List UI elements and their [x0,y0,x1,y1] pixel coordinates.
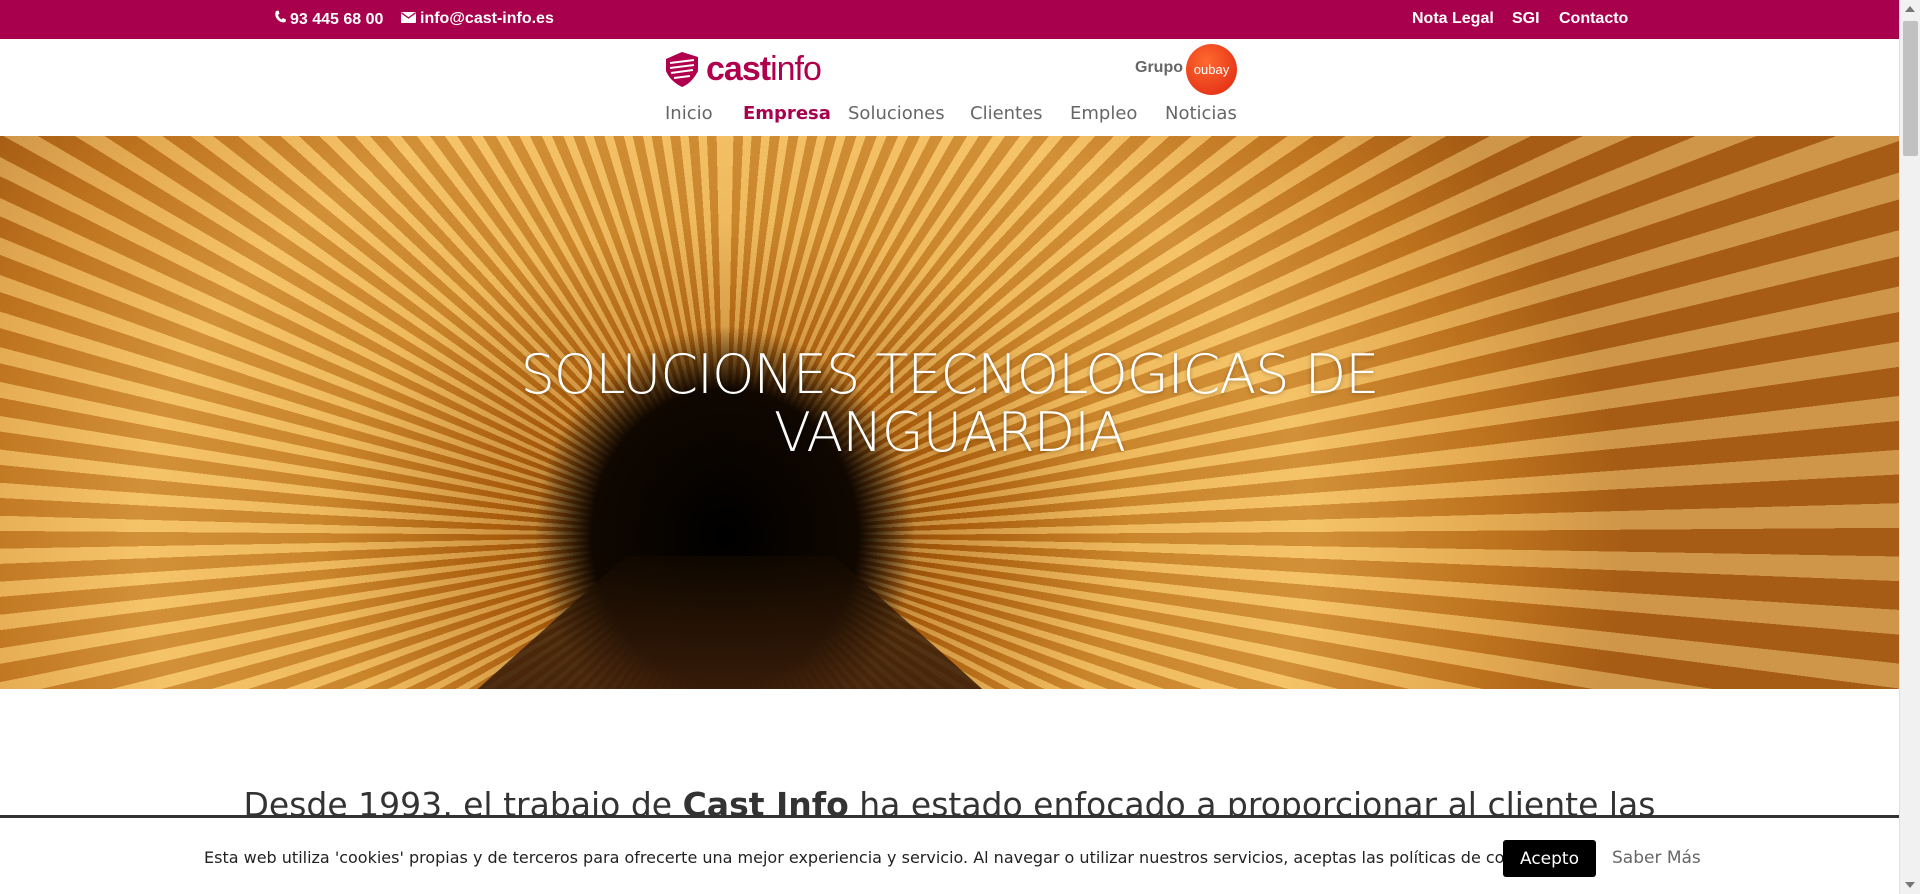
nav-empresa[interactable]: Empresa [743,103,831,124]
hero-title: SOLUCIONES TECNOLOGICAS DE VANGUARDIA [0,346,1899,462]
email-contact[interactable]: info@cast-info.es [401,10,554,28]
nav-clientes[interactable]: Clientes [970,103,1043,124]
logo-wordmark: castinfo [706,49,822,89]
cookie-message: Esta web utiliza 'cookies' propias y de … [204,848,1547,867]
logo-text-regular: info [770,50,822,88]
accept-cookies-button[interactable]: Acepto [1503,840,1596,877]
hero-tunnel-floor [470,556,990,689]
nav-soluciones[interactable]: Soluciones [848,103,945,124]
contacto-link[interactable]: Contacto [1559,10,1628,28]
grupo-badge-text: oubay [1193,62,1230,77]
envelope-icon [401,10,416,28]
scroll-up-arrow-icon[interactable] [1905,6,1915,12]
nav-noticias[interactable]: Noticias [1165,103,1237,124]
castinfo-logo-icon [666,52,698,87]
hero-title-line1: SOLUCIONES TECNOLOGICAS DE [520,343,1380,406]
phone-contact[interactable]: 93 445 68 00 [274,10,383,29]
hero-title-line2: VANGUARDIA [773,401,1126,464]
nav-inicio[interactable]: Inicio [665,103,713,124]
email-address: info@cast-info.es [420,10,554,27]
scroll-down-arrow-icon[interactable] [1905,882,1915,888]
grupo-label: Grupo [1135,59,1183,76]
site-header: castinfo Grupo oubay Inicio Empresa Solu… [0,39,1899,136]
phone-number: 93 445 68 00 [290,10,384,28]
cookie-banner: Esta web utiliza 'cookies' propias y de … [0,815,1899,894]
grupo-oubay-logo[interactable]: oubay [1186,44,1237,95]
nav-empleo[interactable]: Empleo [1070,103,1137,124]
sgi-link[interactable]: SGI [1512,10,1540,28]
logo-text-bold: cast [706,50,771,88]
hero-banner: SOLUCIONES TECNOLOGICAS DE VANGUARDIA [0,136,1899,689]
nota-legal-link[interactable]: Nota Legal [1412,10,1494,28]
scroll-thumb[interactable] [1903,21,1918,156]
castinfo-logo[interactable]: castinfo [662,49,822,89]
saber-mas-link[interactable]: Saber Más [1612,848,1701,868]
phone-icon [274,10,286,29]
page-scrollbar[interactable] [1899,0,1920,894]
top-contact-bar: 93 445 68 00 info@cast-info.es Nota Lega… [0,0,1899,39]
